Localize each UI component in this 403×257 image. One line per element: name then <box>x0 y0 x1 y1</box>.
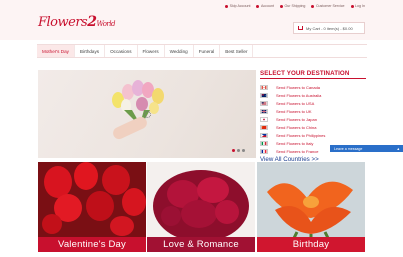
loading-spinner-icon <box>144 111 151 118</box>
toplink-label: Log In <box>355 4 365 8</box>
destination-uk[interactable]: Send Flowers to UK <box>260 107 366 115</box>
destination-label: Send Flowers to Australia <box>276 92 322 98</box>
destination-usa[interactable]: Send Flowers to USA <box>260 99 366 107</box>
toplink-label: Customer Service <box>315 4 345 8</box>
destination-australia[interactable]: Send Flowers to Australia <box>260 91 366 99</box>
nav-occasions[interactable]: Occasions <box>105 45 138 57</box>
tile-valentines-day[interactable]: Valentine's Day <box>38 162 146 252</box>
slider-dot[interactable] <box>232 149 235 152</box>
chevron-up-icon: ▲ <box>396 146 400 151</box>
destination-label: Send Flowers to France <box>276 148 319 154</box>
nav-funeral[interactable]: Funeral <box>194 45 221 57</box>
destination-japan[interactable]: Send Flowers to Japan <box>260 115 366 123</box>
toplink-label: Skip Account <box>229 4 251 8</box>
destination-canada[interactable]: Send Flowers to Canada <box>260 83 366 91</box>
logo[interactable]: Flowers2World <box>38 14 115 30</box>
tile-birthday[interactable]: Birthday <box>257 162 365 252</box>
toplink-label: Account <box>260 4 274 8</box>
slider-dot[interactable] <box>242 149 245 152</box>
nav-wedding[interactable]: Wedding <box>165 45 194 57</box>
destination-label: Send Flowers to Philippines <box>276 132 326 138</box>
logo-part3: World <box>96 20 115 28</box>
chat-label: Leave a message <box>334 146 363 151</box>
tile-love-romance[interactable]: Love & Romance <box>147 162 255 252</box>
toplink-account[interactable]: Account <box>256 4 274 8</box>
destination-title: SELECT YOUR DESTINATION <box>260 70 366 79</box>
truck-icon <box>279 4 283 8</box>
nav-best-seller[interactable]: Best Seller <box>220 45 254 57</box>
italy-flag-icon <box>260 140 268 146</box>
account-icon <box>256 4 260 8</box>
australia-flag-icon <box>260 92 268 98</box>
page: Flowers2World Skip Account Account Our S… <box>0 0 403 257</box>
destination-label: Send Flowers to UK <box>276 108 312 114</box>
destination-label: Send Flowers to USA <box>276 100 315 106</box>
user-icon <box>225 4 229 8</box>
nav-flowers[interactable]: Flowers <box>138 45 165 57</box>
leave-message-button[interactable]: Leave a message ▲ <box>330 145 403 152</box>
usa-flag-icon <box>260 100 268 106</box>
top-links: Skip Account Account Our Shipping Custom… <box>225 4 365 8</box>
philippines-flag-icon <box>260 132 268 138</box>
nav-birthdays[interactable]: Birthdays <box>75 45 106 57</box>
destination-label: Send Flowers to Italy <box>276 140 314 146</box>
destination-label: Send Flowers to Canada <box>276 84 321 90</box>
canada-flag-icon <box>260 84 268 90</box>
slider-dot[interactable] <box>237 149 240 152</box>
toplink-customer-service[interactable]: Customer Service <box>311 4 345 8</box>
slider-dots <box>232 149 245 152</box>
uk-flag-icon <box>260 108 268 114</box>
tile-label: Love & Romance <box>147 237 255 252</box>
toplink-shipping[interactable]: Our Shipping <box>279 4 306 8</box>
destination-label: Send Flowers to Japan <box>276 116 317 122</box>
nav-mothers-day[interactable]: Mother's Day <box>37 45 75 57</box>
tile-label: Valentine's Day <box>38 237 146 252</box>
tile-label: Birthday <box>257 237 365 252</box>
france-flag-icon <box>260 148 268 154</box>
toplink-label: Our Shipping <box>284 4 306 8</box>
china-flag-icon <box>260 124 268 130</box>
lock-icon <box>350 4 354 8</box>
destination-label: Send Flowers to China <box>276 124 317 130</box>
hero-slider[interactable] <box>38 70 256 158</box>
cart-text: My Cart - 0 item(s) - $0.00 <box>306 25 353 31</box>
destination-philippines[interactable]: Send Flowers to Philippines <box>260 131 366 139</box>
japan-flag-icon <box>260 116 268 122</box>
destination-china[interactable]: Send Flowers to China <box>260 123 366 131</box>
toplink-skip-account[interactable]: Skip Account <box>225 4 250 8</box>
cart-button[interactable]: My Cart - 0 item(s) - $0.00 <box>293 22 365 34</box>
support-icon <box>311 4 315 8</box>
header: Flowers2World Skip Account Account Our S… <box>0 0 403 40</box>
cart-icon <box>298 26 303 30</box>
main-nav: Mother's Day Birthdays Occasions Flowers… <box>37 44 367 58</box>
toplink-login[interactable]: Log In <box>350 4 365 8</box>
logo-part1: Flowers <box>38 15 88 30</box>
